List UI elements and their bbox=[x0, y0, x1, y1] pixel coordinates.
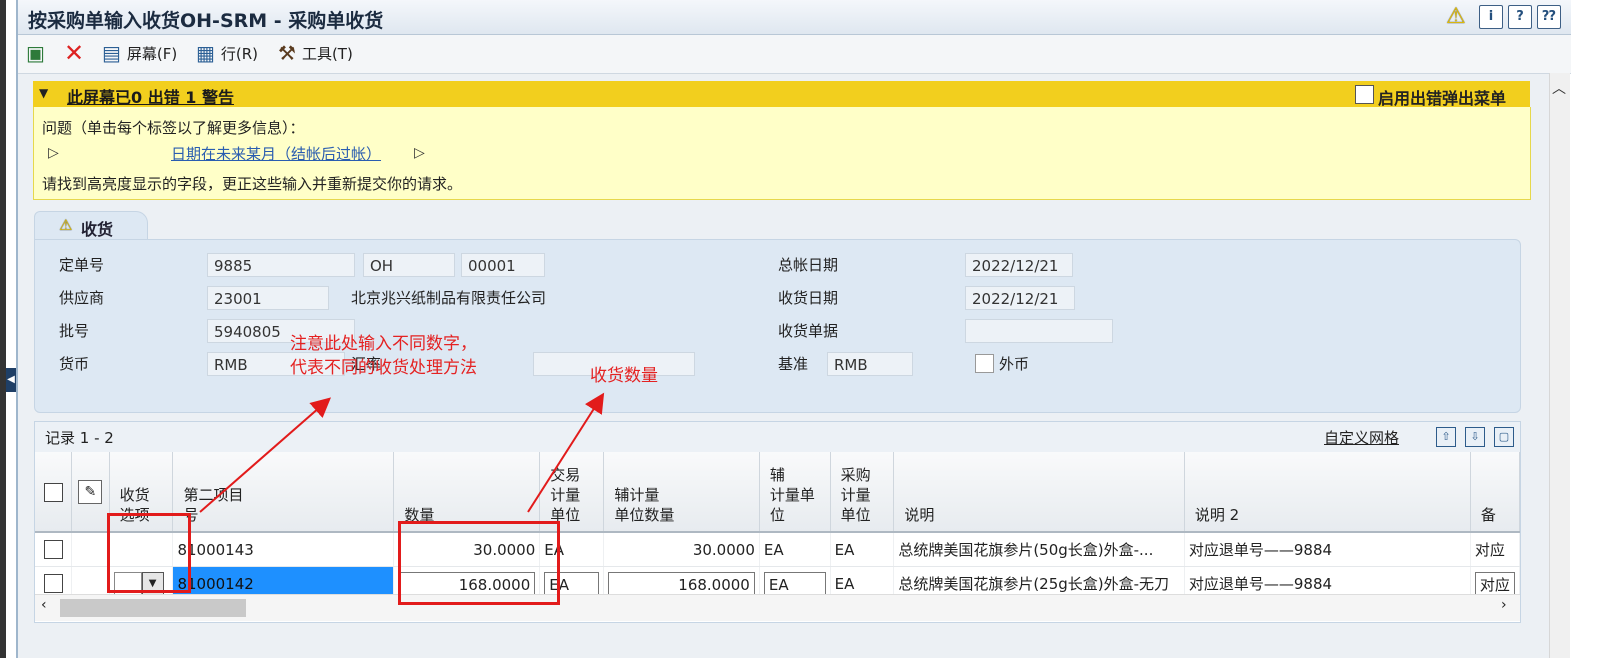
annotation-arrows bbox=[199, 392, 605, 513]
annotation-arrow bbox=[199, 397, 332, 513]
annotation-arrow bbox=[527, 392, 605, 513]
